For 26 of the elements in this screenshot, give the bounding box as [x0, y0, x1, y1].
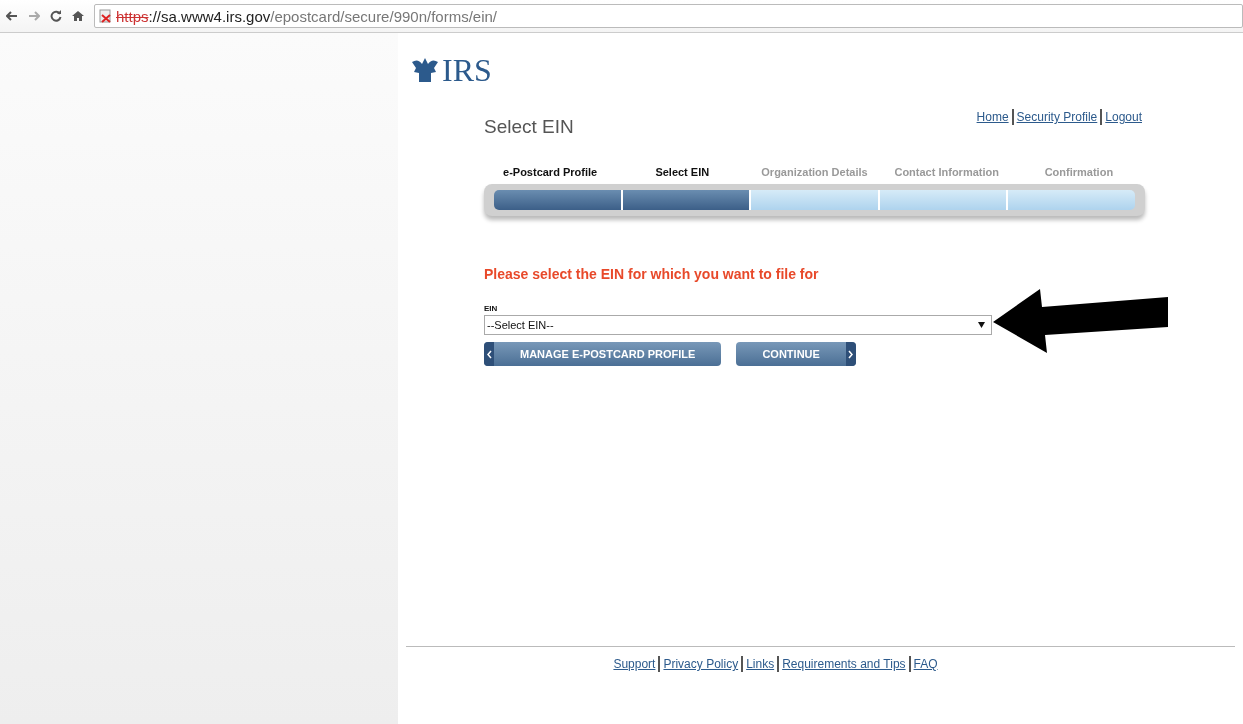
address-bar[interactable]: https://sa.www4.irs.gov/epostcard/secure/990n/forms/ein/ — [94, 4, 1243, 28]
footer-link[interactable]: Requirements and Tips — [777, 656, 909, 672]
continue-button[interactable]: CONTINUE — [736, 342, 856, 366]
logo-text: IRS — [442, 51, 492, 89]
dropdown-caret-icon — [978, 322, 985, 328]
footer-link[interactable]: Support — [610, 656, 659, 672]
step-label: Organization Details — [760, 166, 869, 178]
step-label: Select EIN — [654, 166, 711, 178]
step-label: Contact Information — [893, 166, 1000, 178]
footer-link[interactable]: Links — [741, 656, 778, 672]
back-button[interactable]: MANAGE E-POSTCARD PROFILE — [484, 342, 722, 366]
step-label: Confirmation — [1043, 166, 1115, 178]
instruction-text: Please select the EIN for which you want to file for — [484, 266, 820, 282]
footer-link[interactable]: FAQ — [908, 656, 941, 672]
nav-link[interactable]: Logout — [1100, 109, 1145, 125]
page-title: Select EIN — [484, 116, 574, 138]
step-label: e-Postcard Profile — [502, 166, 599, 178]
chevron-left-icon — [486, 349, 492, 359]
reload-icon[interactable] — [50, 10, 62, 22]
home-icon[interactable] — [72, 10, 84, 22]
footer-link[interactable]: Privacy Policy — [658, 656, 742, 672]
back-icon[interactable] — [6, 11, 18, 21]
nav-link[interactable]: Security Profile — [1011, 109, 1101, 125]
field-label: EIN — [484, 304, 499, 313]
chevron-right-icon — [848, 349, 854, 359]
nav-link[interactable]: Home — [973, 109, 1012, 125]
